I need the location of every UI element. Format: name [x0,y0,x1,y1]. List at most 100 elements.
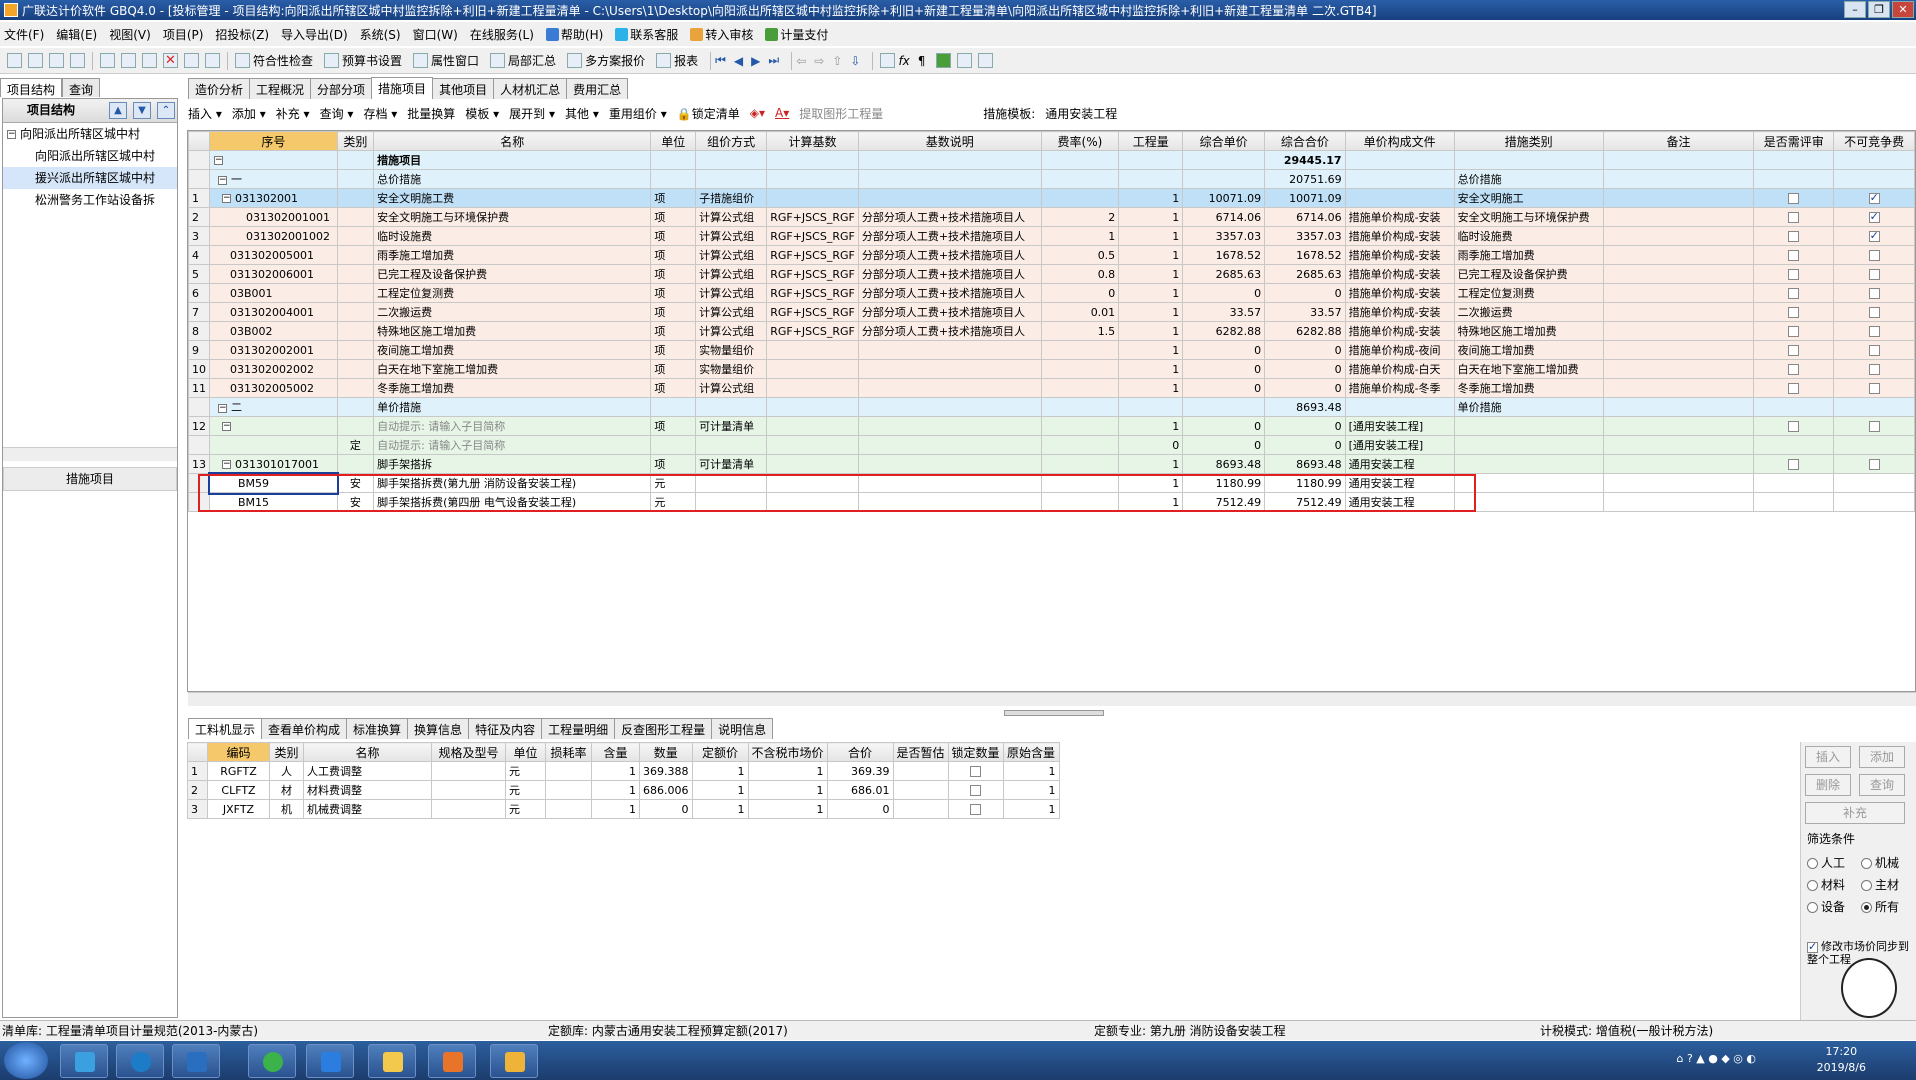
base-cell[interactable]: RGF+JSCS_RGF [766,226,859,246]
row-number-cell[interactable]: 1 [188,188,210,208]
base-desc-cell[interactable] [857,150,1042,170]
measure-category-cell[interactable]: 雨季施工增加费 [1453,245,1604,265]
remark-cell[interactable] [1602,321,1755,341]
review-cell[interactable] [1753,435,1835,455]
type-cell[interactable] [336,397,375,417]
type-cell[interactable] [336,188,375,208]
rate-cell[interactable] [1040,150,1120,170]
table-row[interactable]: 1 RGFTZ 人人工费调整元 1 369.388 1 1 369.39 1 [187,761,1060,781]
checkbox-icon[interactable] [970,804,982,815]
taskbar-app[interactable] [116,1044,164,1078]
quota-price-cell[interactable]: 1 [691,761,749,781]
lock-qty-cell[interactable] [947,761,1004,781]
checkbox-icon[interactable] [1788,212,1800,223]
base-cell[interactable] [766,435,859,455]
code-cell[interactable]: JXFTZ [207,799,270,819]
rate-cell[interactable] [1040,416,1120,436]
row-number-cell[interactable] [188,397,210,417]
price-file-cell[interactable] [1344,397,1455,417]
review-cell[interactable] [1753,378,1835,398]
non-competitive-cell[interactable] [1833,378,1915,398]
unit-price-cell[interactable]: 0 [1182,340,1266,360]
review-cell[interactable] [1753,188,1835,208]
base-cell[interactable] [766,150,859,170]
paste-icon[interactable] [142,53,157,68]
move-up-icon[interactable]: ⇧ [832,54,842,68]
menu-help[interactable]: 帮助(H) [545,26,603,43]
base-cell[interactable] [766,378,859,398]
quantity-cell[interactable]: 1 [1118,340,1184,360]
quantity-cell[interactable]: 686.006 [639,780,693,800]
type-cell[interactable] [336,359,375,379]
rate-cell[interactable]: 1 [1040,226,1120,246]
base-cell[interactable] [766,169,859,189]
total-price-cell[interactable]: 6714.06 [1264,207,1346,227]
col-header[interactable]: 费率(%) [1040,131,1120,151]
unit-cell[interactable]: 元 [505,761,546,781]
row-number-cell[interactable] [188,169,210,189]
name-cell[interactable]: 自动提示: 请输入子目简称 [373,416,652,436]
total-cell[interactable]: 0 [826,799,894,819]
rate-cell[interactable] [1040,454,1120,474]
batch-convert-button[interactable]: 批量换算 [407,105,455,122]
base-desc-cell[interactable]: 分部分项人工费+技术措施项目人 [857,226,1042,246]
tab-cost-analysis[interactable]: 造价分析 [188,78,251,99]
total-price-cell[interactable]: 0 [1264,283,1346,303]
measure-category-cell[interactable] [1453,416,1604,436]
content-cell[interactable]: 1 [591,780,640,800]
checkbox-icon[interactable] [1788,421,1800,432]
total-price-cell[interactable]: 0 [1264,435,1346,455]
quantity-cell[interactable]: 0 [1118,435,1184,455]
collapse-toggle-icon[interactable]: − [222,460,231,469]
price-file-cell[interactable]: 措施单价构成-安装 [1344,264,1455,284]
row-number-cell[interactable]: 8 [188,321,210,341]
review-cell[interactable] [1753,397,1835,417]
quota-price-cell[interactable]: 1 [691,780,749,800]
quantity-cell[interactable]: 1 [1118,207,1184,227]
taskbar-app[interactable] [490,1044,538,1078]
checkbox-icon[interactable] [1868,288,1880,299]
base-desc-cell[interactable]: 分部分项人工费+技术措施项目人 [857,245,1042,265]
remark-cell[interactable] [1602,150,1755,170]
provisional-cell[interactable] [892,761,949,781]
remark-cell[interactable] [1602,302,1755,322]
checkbox-icon[interactable] [1868,421,1880,432]
radio-icon[interactable] [1807,880,1818,891]
remark-cell[interactable] [1602,340,1755,360]
review-cell[interactable] [1753,169,1835,189]
non-competitive-cell[interactable] [1833,359,1915,379]
col-header[interactable]: 名称 [373,131,652,151]
code-cell[interactable]: CLFTZ [207,780,270,800]
tab-unit-price-composition[interactable]: 查看单价构成 [261,718,348,739]
total-price-cell[interactable]: 6282.88 [1264,321,1346,341]
extract-quantity-button[interactable]: 提取图形工程量 [799,105,883,122]
remark-cell[interactable] [1602,245,1755,265]
non-competitive-cell[interactable] [1833,283,1915,303]
menu-audit[interactable]: 转入审核 [690,26,753,43]
filter-machine[interactable]: 机械 [1861,854,1899,871]
reuse-pricing-dropdown[interactable]: 重用组价 ▾ [609,105,667,122]
row-number-cell[interactable]: 7 [188,302,210,322]
collapse-toggle-icon[interactable]: − [222,422,231,431]
price-file-cell[interactable]: 通用安装工程 [1344,454,1455,474]
col-header[interactable]: 是否需评审 [1753,131,1835,151]
method-cell[interactable]: 计算公式组 [695,283,768,303]
rate-cell[interactable] [1040,359,1120,379]
review-cell[interactable] [1753,340,1835,360]
checkbox-icon[interactable] [1788,193,1800,204]
measure-category-cell[interactable]: 工程定位复测费 [1453,283,1604,303]
col-header[interactable]: 原始含量 [1002,742,1060,762]
col-header[interactable]: 含量 [591,742,640,762]
method-cell[interactable]: 计算公式组 [695,226,768,246]
collapse-icon[interactable]: ⌃ [157,102,175,119]
base-desc-cell[interactable]: 分部分项人工费+技术措施项目人 [857,264,1042,284]
col-header[interactable]: 不可竞争费 [1833,131,1915,151]
type-cell[interactable] [336,264,375,284]
table-row[interactable]: 10 031302002002 白天在地下室施工增加费项实物量组价 1 0 0 措施单价构成… [188,359,1915,379]
tab-quantity-detail[interactable]: 工程量明细 [541,718,616,739]
row-number-cell[interactable]: 2 [188,207,210,227]
name-cell[interactable]: 二次搬运费 [373,302,652,322]
base-cell[interactable] [766,454,859,474]
taskbar-app[interactable] [60,1044,108,1078]
non-competitive-cell[interactable] [1833,302,1915,322]
